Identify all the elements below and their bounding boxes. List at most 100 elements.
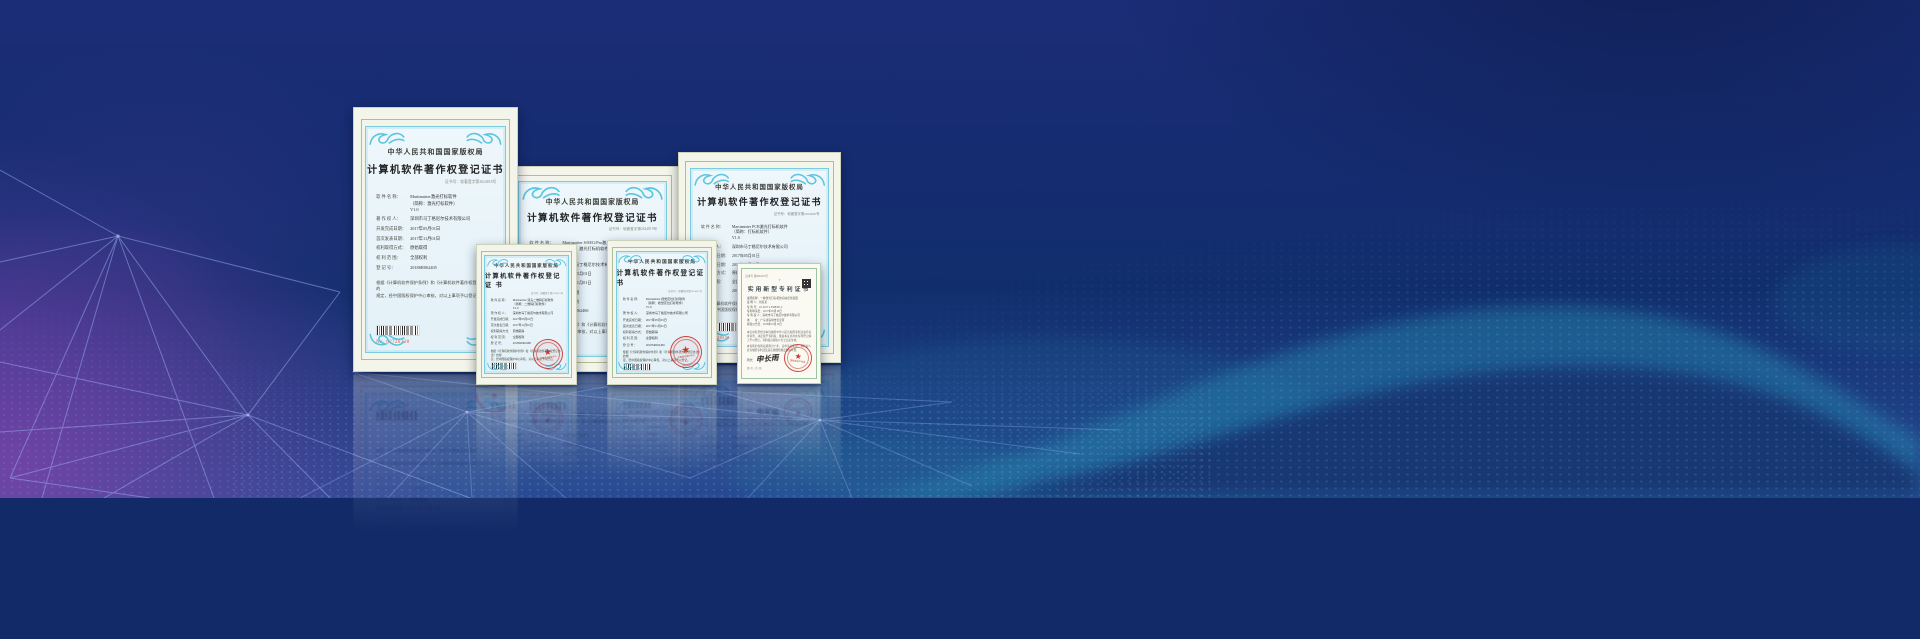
field-label: 登 记 号：: [376, 475, 410, 481]
field-label: 权利取得方式：: [623, 330, 646, 334]
corner-flourish-icon: [487, 505, 509, 514]
field-label: 首次发表日期：: [491, 324, 513, 328]
field-value: 2017年05月01日: [646, 450, 667, 454]
corner-flourish-icon: [694, 541, 729, 556]
corner-flourish-icon: [545, 505, 567, 514]
commissioner-signature: 局长 申长雨: [747, 406, 779, 417]
signature: 申长雨: [755, 405, 778, 418]
certificate-field-row: 开发完成日期：2017年05月01日: [623, 450, 701, 454]
field-label: 权 利 范 围：: [376, 485, 410, 491]
field-label: 著 作 权 人：: [623, 311, 646, 315]
star-icon: ★: [543, 415, 552, 425]
field-value: 2017年11月01日: [646, 444, 667, 448]
field-label: 权 利 范 围：: [491, 432, 513, 436]
patent-field-line: 专 利 权 人：深圳市马丁格尼尔技术有限公司: [747, 451, 811, 455]
field-label: 开发完成日期：: [491, 318, 513, 322]
serial-number: No. 02720332: [623, 373, 647, 374]
page-note: 第1页（共1页）: [747, 366, 779, 370]
seal-text: 国家知识产权局: [790, 361, 805, 365]
seal-text: 中国版权保护中心: [678, 355, 695, 360]
field-label: 软 件 名 称：: [491, 469, 513, 473]
corner-flourish-icon: [466, 131, 502, 147]
field-value: 2017年05月01日: [410, 226, 440, 232]
patent-field-line: 授权公告日：2018年01月12日: [747, 442, 811, 446]
field-value: 深圳市马丁格尼尔技术有限公司: [513, 312, 553, 316]
corner-flourish-icon: [369, 332, 405, 348]
certificate-title: 计算机软件著作权登记证书: [367, 570, 504, 585]
patent-paragraph: 本实用新型经过本局依照中华人民共和国专利法进行初步审查，决定授予专利权，颁发本证…: [747, 428, 811, 440]
field-value: 全部权利: [513, 336, 525, 340]
field-value: 2017年05月01日: [513, 318, 533, 322]
certificate-software-copyright-4: 中华人民共和国国家版权局 计算机软件著作权登记证 书 证书号：软著登字第2624…: [476, 244, 577, 385]
corner-flourish-icon: [466, 599, 502, 615]
certificate-field-row: 开发完成日期：2017年05月01日: [491, 318, 563, 322]
field-label: 权利取得方式：: [491, 438, 513, 442]
field-label: 著 作 权 人：: [376, 523, 410, 529]
certificate-field-row: 首次发表日期：2017年11月01日: [376, 236, 495, 242]
corner-flourish-icon: [682, 508, 706, 518]
corner-flourish-icon: [487, 401, 509, 410]
certificate-reflection: 中华人民共和国国家版权局 计算机软件著作权登记证 书 证书号：软著登字第2624…: [607, 387, 717, 532]
corner-flourish-icon: [618, 401, 642, 411]
field-label: 权 利 范 围：: [491, 336, 513, 340]
certificate-title: 计算机软件著作权登记证书: [697, 195, 822, 208]
certificate-number: 证书号 第6843210号: [745, 492, 768, 496]
corner-flourish-icon: [618, 361, 642, 371]
certificate-field-row: 著 作 权 人：深圳市马丁格尼尔技术有限公司: [623, 457, 701, 461]
field-value: 2018SR062408: [513, 426, 531, 430]
corner-flourish-icon: [369, 599, 405, 615]
commissioner-signature: 局长 申长雨: [747, 353, 779, 364]
certificate-number: 证书号：软著登字第2624822号: [668, 289, 702, 293]
field-value: 原始取得: [513, 438, 525, 442]
field-value: 2018SR062409: [646, 425, 665, 429]
field-label: 软 件 名 称：: [623, 297, 646, 301]
corner-flourish-icon: [487, 258, 509, 267]
certificate-field-row: 著 作 权 人：深圳市马丁格尼尔技术有限公司: [491, 312, 563, 316]
certificate-field-row: 权利取得方式：原始取得: [491, 330, 563, 334]
certificate-utility-model-patent: 证书号 第6843210号 实用新型专利证书 发明名称：一种激光打标机的自动定位…: [737, 263, 821, 384]
certificate-number: 证书号 第6843210号: [745, 274, 768, 278]
field-value: Martiantrier 视觉定位打标软件 〔简称：视觉定位打标软件〕 V1.0: [646, 463, 685, 475]
field-label: 开发完成日期：: [623, 450, 646, 454]
certificate-paper: 中华人民共和国国家版权局 计算机软件著作权登记证 书 证书号：软著登字第2624…: [607, 387, 717, 532]
seal-text: 中国版权保护中心: [678, 413, 695, 418]
patent-field-line: 地 址：广东省深圳市宝安区: [747, 447, 811, 451]
qr-code: [802, 482, 811, 491]
field-value: 全部权利: [410, 255, 427, 261]
field-value: 2018SR062408: [513, 342, 531, 346]
patent-field-line: 专利申请日：2017年05月16日: [747, 456, 811, 460]
certificate-field-row: 开发完成日期：2017年05月01日: [491, 450, 563, 454]
field-value: 2017年11月01日: [513, 324, 533, 328]
serial-number: No. 02720331: [491, 398, 514, 400]
field-label: 著 作 权 人：: [376, 216, 410, 222]
certificate-field-row: 权利取得方式：原始取得: [491, 438, 563, 442]
certificate-number: 证书号：软著登字第2624822号: [668, 479, 702, 483]
field-value: Martiantrier 双头二维码打标软件 〔简称：二维码打标软件〕 V1.0: [513, 462, 554, 474]
star-icon: ★: [794, 408, 802, 418]
certificate-title: 计算机软件著作权登记证 书: [485, 483, 568, 501]
cnipa-logo-icon: [772, 489, 787, 491]
corner-flourish-icon: [618, 508, 642, 518]
certificate-field-row: 权利取得方式：原始取得: [623, 330, 701, 334]
certificate-title: 计算机软件著作权登记证书: [367, 161, 504, 176]
certificate-paper: 证书号 第6843210号 实用新型专利证书 发明名称：一种激光打标机的自动定位…: [737, 263, 821, 384]
certificate-number: 证书号：软著登字第2624818号: [445, 180, 496, 185]
seal-text: 中国版权保护中心: [540, 412, 557, 417]
field-label: 登 记 号：: [491, 342, 513, 346]
certificate-field-row: 软 件 名 称：Martiantrier 视觉定位打标软件 〔简称：视觉定位打标…: [623, 463, 701, 475]
certificate-field-row: 首次发表日期：2017年11月01日: [491, 324, 563, 328]
signer-label: 局长: [747, 408, 753, 412]
signature: 申长雨: [755, 352, 778, 365]
certificate-authority: 中华人民共和国国家版权局: [388, 589, 484, 599]
corner-flourish-icon: [369, 398, 405, 414]
field-label: 登 记 号：: [623, 425, 646, 429]
certificate-field-row: 著 作 权 人：深圳市马丁格尼尔技术有限公司: [491, 456, 563, 460]
patent-field-line: 发明名称：一种激光打标机的自动定位装置: [747, 469, 811, 473]
certificate-field-row: 软 件 名 称：Martiantrier 双头二维码打标软件 〔简称：二维码打标…: [491, 299, 563, 311]
field-value: 深圳市马丁格尼尔技术有限公司: [646, 457, 688, 461]
seal-text: 国家知识产权局: [790, 405, 805, 409]
patent-field-line: 授权公告日：2018年01月12日: [747, 323, 811, 327]
certificate-title: 计算机软件著作权登记证 书: [617, 485, 708, 505]
certificate-paper: 证书号 第6843210号 实用新型专利证书 发明名称：一种激光打标机的自动定位…: [737, 386, 821, 507]
certificate-number: 证书号：软著登字第2624818号: [445, 561, 496, 566]
